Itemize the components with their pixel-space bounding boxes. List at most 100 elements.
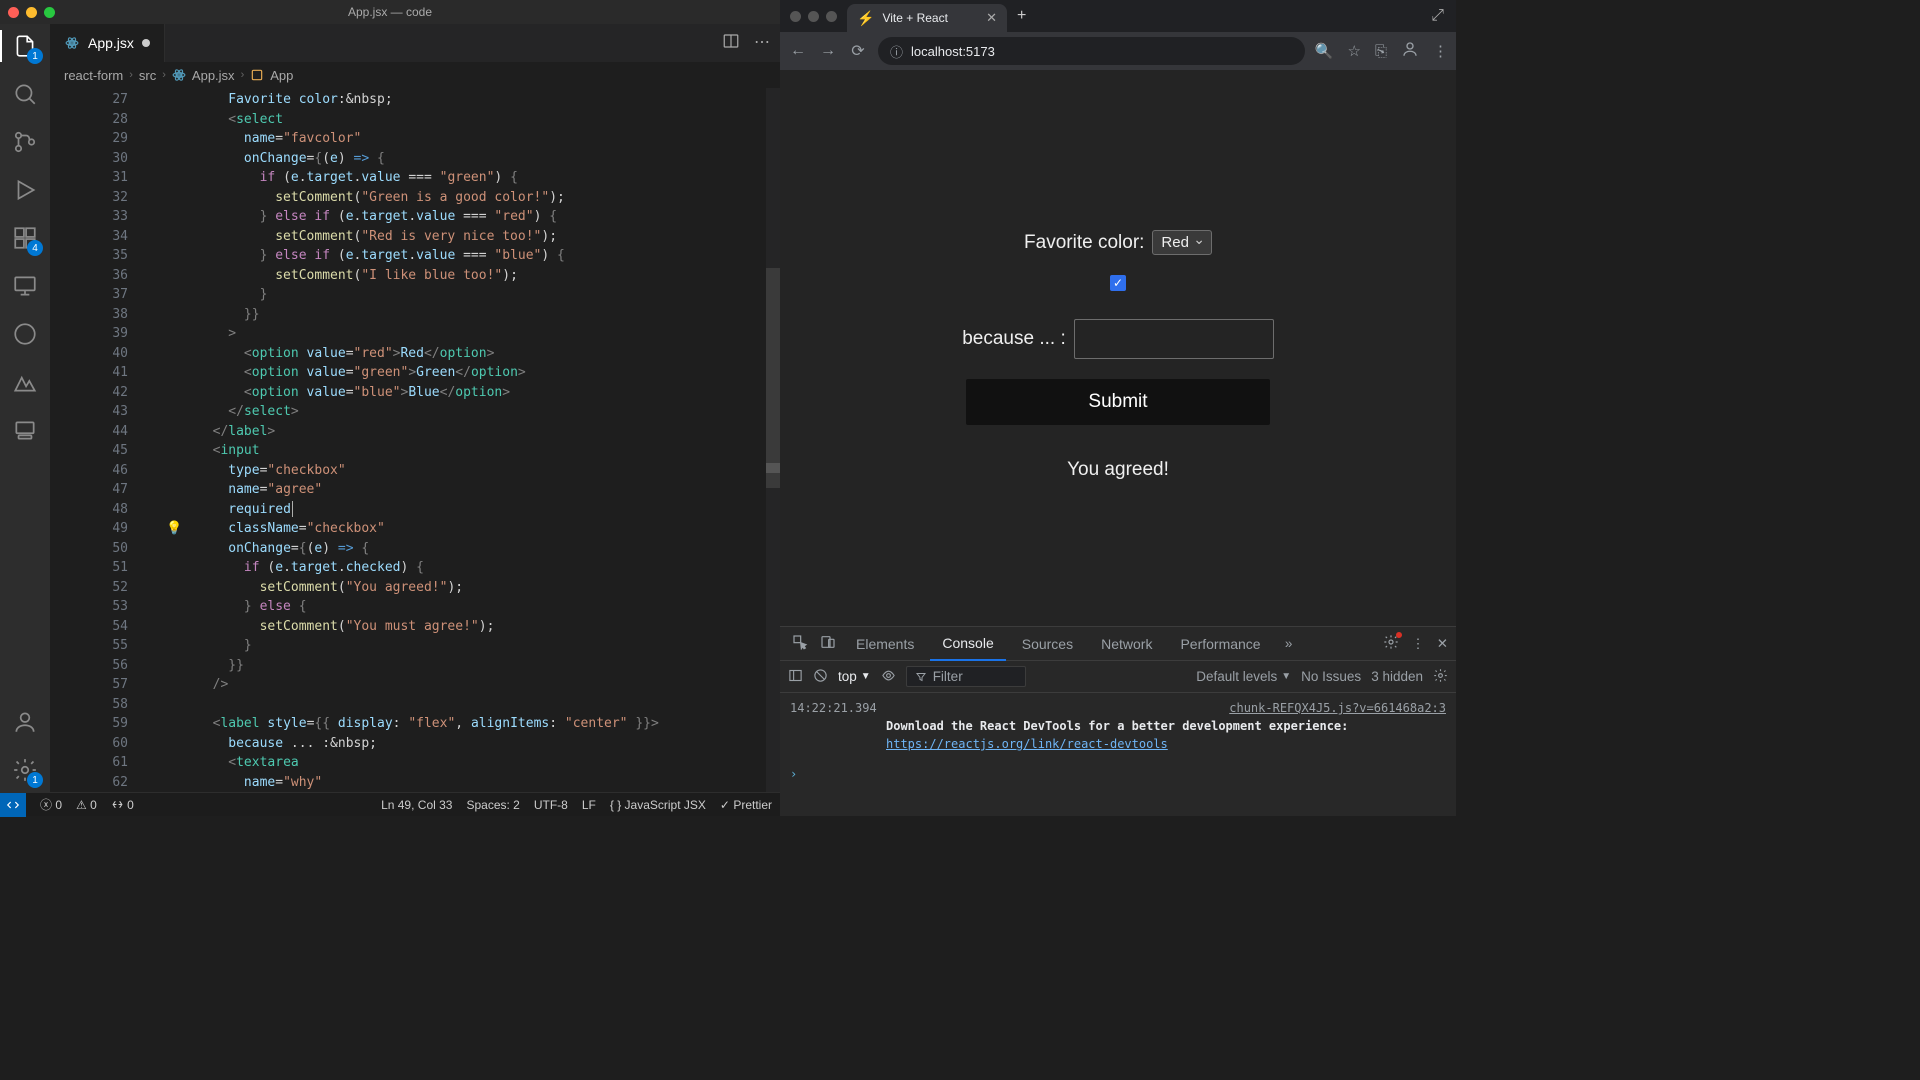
run-debug-icon[interactable] <box>11 176 39 204</box>
indent-status[interactable]: Spaces: 2 <box>466 798 519 812</box>
hidden-count[interactable]: 3 hidden <box>1371 669 1423 684</box>
browser-tab-title: Vite + React <box>882 11 947 25</box>
accounts-icon[interactable] <box>11 708 39 736</box>
symbol-icon <box>250 68 264 82</box>
remote-explorer-icon[interactable] <box>11 272 39 300</box>
encoding-status[interactable]: UTF-8 <box>534 798 568 812</box>
extension-icon-3[interactable] <box>11 416 39 444</box>
console-sidebar-icon[interactable] <box>788 668 803 686</box>
extensions-badge: 4 <box>27 240 43 256</box>
devtools-tab-elements[interactable]: Elements <box>844 628 926 660</box>
settings-icon[interactable]: 1 <box>11 756 39 784</box>
editor-tab-appjsx[interactable]: App.jsx <box>50 24 165 62</box>
log-link[interactable]: https://reactjs.org/link/react-devtools <box>886 737 1168 751</box>
page-content: Favorite color: Red ✓ because ... : Subm… <box>780 70 1456 626</box>
device-toggle-icon[interactable] <box>816 634 840 653</box>
context-selector[interactable]: top ▼ <box>838 669 871 684</box>
menu-icon[interactable]: ⋮ <box>1433 42 1448 60</box>
errors-count[interactable]: ⓧ 0 <box>40 796 62 813</box>
warnings-count[interactable]: ⚠ 0 <box>76 798 97 812</box>
devtools-panel: Elements Console Sources Network Perform… <box>780 626 1456 816</box>
more-actions-icon[interactable]: ⋯ <box>754 32 770 55</box>
console-filter-input[interactable]: Filter <box>906 666 1026 687</box>
split-editor-icon[interactable] <box>722 32 740 55</box>
close-window-button[interactable] <box>790 11 801 22</box>
favcolor-select[interactable]: Red <box>1152 230 1212 255</box>
explorer-badge: 1 <box>27 48 43 64</box>
modified-indicator-icon <box>142 39 150 47</box>
log-levels-selector[interactable]: Default levels▼ <box>1196 669 1291 684</box>
more-tabs-icon[interactable]: » <box>1277 636 1301 651</box>
log-message: Download the React DevTools for a better… <box>886 719 1348 733</box>
maximize-window-button[interactable] <box>44 7 55 18</box>
language-status[interactable]: { } JavaScript JSX <box>610 798 706 812</box>
profile-icon[interactable] <box>1401 40 1419 62</box>
breadcrumb-item[interactable]: react-form <box>64 68 123 83</box>
install-app-icon[interactable]: ⎘ <box>1375 43 1387 60</box>
console-prompt-icon: › <box>790 767 797 781</box>
devtools-menu-icon[interactable]: ⋮ <box>1411 636 1425 652</box>
log-source-link[interactable]: chunk-REFQX4J5.js?v=661468a2:3 <box>1229 699 1446 717</box>
maximize-window-button[interactable] <box>826 11 837 22</box>
forward-button[interactable]: → <box>818 42 838 60</box>
reload-button[interactable]: ⟳ <box>848 41 868 61</box>
inspect-element-icon[interactable] <box>788 634 812 653</box>
back-button[interactable]: ← <box>788 42 808 60</box>
submit-button[interactable]: Submit <box>966 379 1270 425</box>
devtools-tab-sources[interactable]: Sources <box>1010 628 1085 660</box>
breadcrumb-item[interactable]: App <box>270 68 293 83</box>
cursor-position[interactable]: Ln 49, Col 33 <box>381 798 452 812</box>
editor-tab-bar: App.jsx ⋯ <box>50 24 780 62</box>
breadcrumb-item[interactable]: App.jsx <box>192 68 235 83</box>
console-settings-icon[interactable] <box>1433 668 1448 686</box>
issues-link[interactable]: No Issues <box>1301 669 1361 684</box>
editor-tab-label: App.jsx <box>88 35 134 51</box>
formatter-status[interactable]: ✓ Prettier <box>720 798 772 812</box>
address-bar[interactable]: ⓘ localhost:5173 <box>878 37 1305 65</box>
breadcrumb[interactable]: react-form › src › App.jsx › App <box>50 62 780 88</box>
zoom-icon[interactable]: 🔍 <box>1315 42 1334 60</box>
eol-status[interactable]: LF <box>582 798 596 812</box>
breadcrumb-item[interactable]: src <box>139 68 156 83</box>
extension-icon-2[interactable] <box>11 368 39 396</box>
source-control-icon[interactable] <box>11 128 39 156</box>
devtools-settings-icon[interactable] <box>1383 634 1399 653</box>
jsx-file-icon <box>64 35 80 51</box>
why-textarea[interactable] <box>1074 319 1274 359</box>
extension-icon-1[interactable] <box>11 320 39 348</box>
log-timestamp: 14:22:21.394 <box>790 701 877 715</box>
devtools-tab-network[interactable]: Network <box>1089 628 1164 660</box>
minimap-scrollbar[interactable] <box>766 88 780 792</box>
site-info-icon[interactable]: ⓘ <box>890 42 903 61</box>
browser-tab-strip: ⚡ Vite + React ✕ + ⤢ <box>780 0 1456 32</box>
devtools-close-icon[interactable]: ✕ <box>1437 636 1448 652</box>
devtools-tab-console[interactable]: Console <box>930 627 1005 661</box>
url-text: localhost:5173 <box>911 44 995 59</box>
bookmark-icon[interactable]: ☆ <box>1348 42 1361 60</box>
minimize-window-button[interactable] <box>808 11 819 22</box>
expand-tabs-icon[interactable]: ⤢ <box>1431 7 1444 25</box>
window-title: App.jsx — code <box>348 5 432 19</box>
console-output[interactable]: 14:22:21.394 chunk-REFQX4J5.js?v=661468a… <box>780 693 1456 816</box>
agree-checkbox[interactable]: ✓ <box>1110 275 1126 291</box>
devtools-tab-performance[interactable]: Performance <box>1168 628 1272 660</box>
minimize-window-button[interactable] <box>26 7 37 18</box>
code-editor[interactable]: 2728293031323334353637383940414243444546… <box>50 88 780 792</box>
code-content[interactable]: Favorite color:&nbsp; <select name="favc… <box>150 88 780 792</box>
vite-favicon-icon: ⚡ <box>857 10 874 27</box>
remote-indicator[interactable] <box>0 793 26 817</box>
close-tab-icon[interactable]: ✕ <box>986 10 997 26</box>
because-label: because ... : <box>962 328 1066 350</box>
browser-tab[interactable]: ⚡ Vite + React ✕ <box>847 4 1007 32</box>
close-window-button[interactable] <box>8 7 19 18</box>
search-icon[interactable] <box>11 80 39 108</box>
new-tab-button[interactable]: + <box>1017 7 1026 25</box>
vscode-window: App.jsx — code 1 4 <box>0 0 780 816</box>
explorer-icon[interactable]: 1 <box>11 32 39 60</box>
comment-text: You agreed! <box>1067 459 1169 481</box>
ports-indicator[interactable]: 0 <box>111 798 134 812</box>
extensions-icon[interactable]: 4 <box>11 224 39 252</box>
live-expression-icon[interactable] <box>881 668 896 686</box>
browser-toolbar: ← → ⟳ ⓘ localhost:5173 🔍 ☆ ⎘ ⋮ <box>780 32 1456 70</box>
clear-console-icon[interactable] <box>813 668 828 686</box>
